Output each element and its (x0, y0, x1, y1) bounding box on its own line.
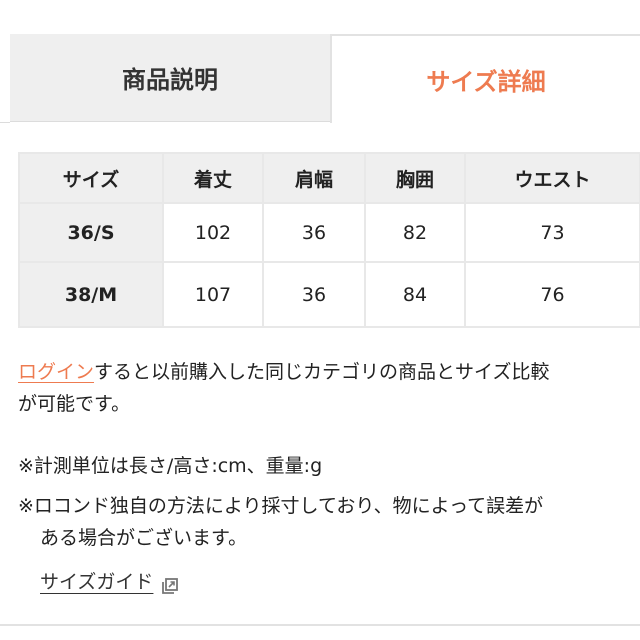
table-cell: 107 (162, 261, 264, 328)
header-chest: 胸囲 (364, 152, 466, 204)
method-note: ※ロコンド独自の方法により採寸しており、物によって誤差が ある場合がございます。 (18, 490, 628, 554)
table-header-row: サイズ 着丈 肩幅 胸囲 ウエスト (18, 152, 640, 204)
external-link-icon[interactable] (161, 573, 179, 594)
table-row: 38/M 107 36 84 76 (18, 261, 640, 328)
login-notice-text-2: が可能です。 (18, 393, 131, 415)
method-note-line2: ある場合がございます。 (40, 527, 248, 549)
header-length: 着丈 (162, 152, 264, 204)
tab-size-details[interactable]: サイズ詳細 (330, 34, 640, 123)
tab-baseline (0, 122, 10, 123)
size-label: 36/S (18, 202, 164, 263)
tab-product-description[interactable]: 商品説明 (10, 34, 330, 122)
table-cell: 102 (162, 202, 264, 263)
method-note-line1: ※ロコンド独自の方法により採寸しており、物によって誤差が (18, 495, 544, 517)
header-shoulder: 肩幅 (262, 152, 366, 204)
table-cell: 84 (364, 261, 466, 328)
table-cell: 36 (262, 202, 366, 263)
header-size: サイズ (18, 152, 164, 204)
table-cell: 73 (464, 202, 640, 263)
table-cell: 76 (464, 261, 640, 328)
table-row: 36/S 102 36 82 73 (18, 202, 640, 263)
login-notice: ログインすると以前購入した同じカテゴリの商品とサイズ比較 が可能です。 (18, 356, 628, 420)
unit-note: ※計測単位は長さ/高さ:cm、重量:g (18, 455, 323, 477)
login-notice-text: すると以前購入した同じカテゴリの商品とサイズ比較 (94, 361, 550, 383)
tab-bar: 商品説明 サイズ詳細 (0, 34, 640, 123)
size-table: サイズ 着丈 肩幅 胸囲 ウエスト 36/S 102 36 82 73 38/M… (18, 152, 640, 328)
size-label: 38/M (18, 261, 164, 328)
size-guide-link[interactable]: サイズガイド (40, 566, 153, 598)
login-link[interactable]: ログイン (18, 361, 94, 383)
table-cell: 36 (262, 261, 366, 328)
header-waist: ウエスト (464, 152, 640, 204)
bottom-divider (0, 624, 640, 626)
table-cell: 82 (364, 202, 466, 263)
size-guide: サイズガイド (40, 566, 179, 598)
